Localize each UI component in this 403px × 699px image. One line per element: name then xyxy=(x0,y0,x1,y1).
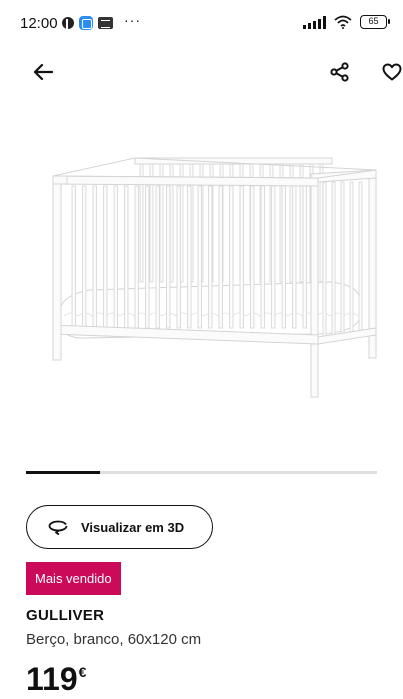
battery-icon: 65 xyxy=(360,15,390,29)
wifi-icon xyxy=(334,15,352,29)
product-price: 119 € xyxy=(26,661,86,697)
view-3d-button[interactable]: Visualizar em 3D xyxy=(26,505,213,549)
status-bar: 12:00 ··· 65 xyxy=(0,0,403,46)
price-currency: € xyxy=(78,664,87,680)
system-icons: 65 xyxy=(303,15,390,29)
product-description: Berço, branco, 60x120 cm xyxy=(26,631,202,648)
heart-icon xyxy=(382,63,402,81)
arrow-left-icon xyxy=(33,63,53,81)
product-name: GULLIVER xyxy=(26,607,105,624)
favorite-button[interactable] xyxy=(374,54,403,90)
image-carousel-indicator xyxy=(26,471,377,474)
best-seller-badge: Mais vendido xyxy=(26,562,121,595)
notification-app-icon xyxy=(98,17,113,29)
more-notifications-icon: ··· xyxy=(124,12,141,28)
product-image[interactable] xyxy=(0,130,403,420)
facebook-icon xyxy=(62,17,74,29)
top-bar xyxy=(0,52,403,92)
share-icon xyxy=(330,62,349,82)
crib-image xyxy=(52,157,377,398)
back-button[interactable] xyxy=(25,54,61,90)
status-time: 12:00 xyxy=(20,15,58,32)
notification-icons: ··· xyxy=(62,12,141,30)
price-value: 119 xyxy=(26,661,78,697)
rotate-3d-icon xyxy=(48,520,68,535)
messenger-icon xyxy=(79,16,93,30)
signal-icon xyxy=(303,15,326,29)
view-3d-label: Visualizar em 3D xyxy=(81,519,185,535)
carousel-progress xyxy=(26,471,100,474)
share-button[interactable] xyxy=(322,54,358,90)
